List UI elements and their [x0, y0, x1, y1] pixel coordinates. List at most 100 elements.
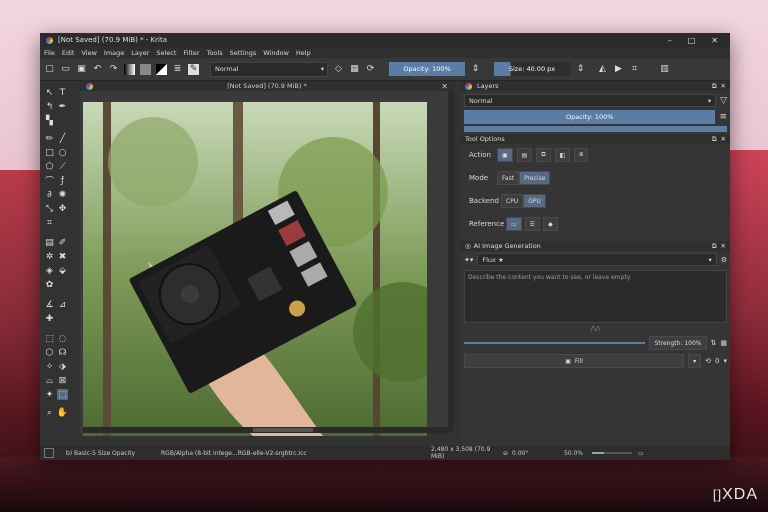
layer-menu-icon[interactable]: ≡ — [719, 112, 727, 122]
magic-wand-icon[interactable]: ✦▾ — [464, 256, 473, 264]
close-window-icon[interactable]: ✕ — [711, 36, 718, 45]
action-add-icon[interactable]: ⧉ — [536, 148, 551, 162]
vertical-scrollbar[interactable] — [448, 91, 454, 427]
close-document-icon[interactable]: ✕ — [441, 82, 448, 91]
fill-tool-icon[interactable]: ◈ — [44, 265, 55, 276]
action-replace-icon[interactable]: ▣ — [497, 148, 513, 162]
rectangle-tool-icon[interactable]: □ — [44, 147, 55, 158]
text-tool-icon[interactable]: T — [57, 87, 68, 98]
horizontal-scroll-thumb[interactable] — [253, 428, 313, 432]
save-icon[interactable]: ▣ — [76, 64, 87, 75]
polyline-tool-icon[interactable]: ⟋ — [57, 161, 68, 172]
colorize-mask-icon[interactable]: ✲ — [44, 251, 55, 262]
menu-settings[interactable]: Settings — [230, 49, 257, 57]
move-tool-icon[interactable]: ✥ — [57, 203, 68, 214]
layer-opacity-slider[interactable]: Opacity: 100% — [464, 110, 716, 124]
mirror-horizontal-icon[interactable]: ◭ — [597, 64, 608, 75]
pan-tool-icon[interactable]: ✋ — [57, 407, 68, 418]
brush-settings-icon[interactable]: ≣ — [172, 64, 183, 75]
new-document-icon[interactable]: ▢ — [44, 64, 55, 75]
size-stepper-icon[interactable]: ⇕ — [575, 64, 586, 75]
mirror-vertical-icon[interactable]: ▶ — [613, 64, 624, 75]
horizontal-scrollbar[interactable] — [83, 427, 453, 433]
layer-row[interactable] — [464, 126, 727, 132]
dynamic-brush-icon[interactable]: ∂ — [44, 189, 55, 200]
ai-select-icon[interactable]: ⬚ — [57, 389, 68, 400]
model-select[interactable]: Flux ★ ▾ — [477, 253, 717, 266]
pin-tool-icon[interactable]: ✚ — [44, 313, 55, 324]
strength-track[interactable] — [464, 342, 646, 344]
polygon-select-icon[interactable]: ⬡ — [44, 347, 55, 358]
undo-icon[interactable]: ↶ — [92, 64, 103, 75]
gradient-tool-icon[interactable]: ▚ — [44, 115, 55, 126]
gradient-fill-icon[interactable]: ▤ — [44, 237, 55, 248]
mode-fast-button[interactable]: Fast — [497, 171, 520, 185]
contiguous-select-icon[interactable]: ✧ — [44, 361, 55, 372]
menu-file[interactable]: File — [44, 49, 55, 57]
zoom-tool-icon[interactable]: ⌕ — [44, 407, 55, 418]
minimize-icon[interactable]: – — [668, 36, 672, 45]
action-intersect-icon[interactable]: ▤ — [516, 148, 533, 162]
alpha-lock-icon[interactable]: ▦ — [349, 64, 360, 75]
redo-icon[interactable]: ↷ — [108, 64, 119, 75]
brush-preview-icon[interactable] — [44, 448, 54, 458]
freehand-brush-icon[interactable]: ✏ — [44, 133, 55, 144]
pattern-icon[interactable] — [140, 63, 151, 75]
fill-button[interactable]: ▣ Fill — [464, 354, 685, 368]
smart-patch-icon[interactable]: ✖ — [57, 251, 68, 262]
measure-tool-icon[interactable]: ∡ — [44, 299, 55, 310]
mode-precise-button[interactable]: Precise — [519, 171, 551, 185]
opacity-stepper-icon[interactable]: ⇕ — [470, 64, 481, 75]
crop-icon[interactable]: ⌗ — [629, 64, 640, 75]
color-picker-icon[interactable]: ✐ — [57, 237, 68, 248]
canvas-area[interactable]: [Not Saved] (70.9 MiB) * ✕ — [80, 81, 454, 436]
select-shapes-icon[interactable]: ↖ — [44, 87, 55, 98]
enclose-fill-icon[interactable]: ⬙ — [57, 265, 68, 276]
opacity-slider[interactable]: Opacity: 100% — [389, 62, 465, 76]
magnetic-select-icon[interactable]: ⊠ — [57, 375, 68, 386]
bezier-tool-icon[interactable]: ⌒ — [44, 175, 55, 187]
magic-select-icon[interactable]: ✦ — [44, 389, 55, 400]
brush-preset-icon[interactable]: ✎ — [188, 63, 199, 75]
edit-shapes-icon[interactable]: ↰ — [44, 101, 55, 112]
reference-tag-icon[interactable]: ◆ — [543, 217, 558, 231]
menu-help[interactable]: Help — [296, 49, 311, 57]
settings-gear-icon[interactable]: ⚙ — [721, 256, 727, 264]
crop-tool-icon[interactable]: ⌗ — [44, 217, 55, 228]
action-symmetric-icon[interactable]: ⧈ — [574, 148, 589, 162]
menu-view[interactable]: View — [81, 49, 96, 57]
close-panel-icon[interactable]: ✕ — [721, 82, 726, 91]
blend-mode-select[interactable]: Normal ▾ — [210, 61, 328, 77]
menu-edit[interactable]: Edit — [62, 49, 75, 57]
ellipse-select-icon[interactable]: ◌ — [57, 333, 68, 344]
canvas-image[interactable] — [83, 102, 427, 436]
resize-grip-icon[interactable]: ⋀⋀ — [461, 325, 730, 332]
layer-blend-mode-select[interactable]: Normal ▾ — [464, 94, 717, 107]
strength-spinbox[interactable]: Strength: 100% — [649, 336, 707, 350]
similar-select-icon[interactable]: ⬗ — [57, 361, 68, 372]
bezier-select-icon[interactable]: ⌓ — [44, 375, 55, 386]
fill-options-dropdown[interactable]: ▾ — [688, 354, 702, 368]
rotation-icon[interactable]: ⊖ — [503, 450, 508, 457]
ellipse-tool-icon[interactable]: ○ — [57, 147, 68, 158]
freehand-select-icon[interactable]: ☊ — [57, 347, 68, 358]
rect-select-icon[interactable]: ⬚ — [44, 333, 55, 344]
menu-image[interactable]: Image — [104, 49, 124, 57]
open-folder-icon[interactable]: ▭ — [60, 64, 71, 75]
transform-tool-icon[interactable]: ⤡ — [44, 203, 55, 214]
float-panel-icon[interactable]: ⧉ — [712, 82, 717, 91]
menu-window[interactable]: Window — [263, 49, 289, 57]
workspace-icon[interactable]: ▥ — [659, 64, 670, 75]
reference-stack-icon[interactable]: ☰ — [524, 217, 541, 231]
menu-tools[interactable]: Tools — [207, 49, 223, 57]
backend-cpu-button[interactable]: CPU — [501, 194, 524, 208]
filter-icon[interactable]: ▽ — [720, 96, 727, 106]
chevron-down-icon[interactable]: ▾ — [723, 357, 727, 365]
reference-tool-icon[interactable]: ⊿ — [57, 299, 68, 310]
eraser-icon[interactable]: ◇ — [333, 64, 344, 75]
fit-view-icon[interactable]: ▭ — [638, 450, 644, 457]
float-panel-icon[interactable]: ⧉ — [712, 242, 717, 251]
inpaint-icon[interactable]: ▦ — [720, 339, 727, 347]
close-panel-icon[interactable]: ✕ — [721, 135, 726, 144]
multibrush-icon[interactable]: ✺ — [57, 189, 68, 200]
